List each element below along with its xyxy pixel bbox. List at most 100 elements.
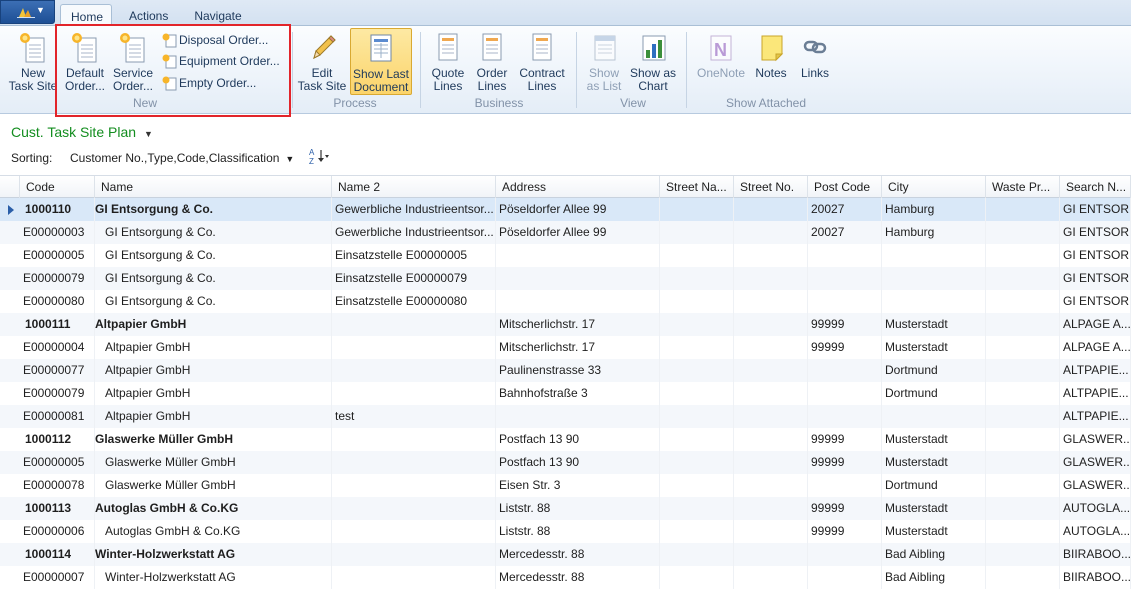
column-header-address[interactable]: Address bbox=[496, 176, 660, 198]
cell-name-2[interactable] bbox=[332, 497, 496, 520]
table-row[interactable]: E00000079 GI Entsorgung & Co. Einsatzstell… bbox=[0, 267, 1131, 290]
cell-city[interactable]: Dortmund bbox=[882, 359, 986, 382]
column-header-post-code[interactable]: Post Code bbox=[808, 176, 882, 198]
cell-street-no[interactable] bbox=[734, 359, 808, 382]
row-selector[interactable] bbox=[0, 405, 20, 428]
cell-post-code[interactable]: 99999 bbox=[808, 336, 882, 359]
cell-post-code[interactable] bbox=[808, 474, 882, 497]
cell-name-2[interactable] bbox=[332, 474, 496, 497]
cell-address[interactable]: Mitscherlichstr. 17 bbox=[496, 336, 660, 359]
cell-street-no[interactable] bbox=[734, 382, 808, 405]
row-selector[interactable] bbox=[0, 382, 20, 405]
cell-search-name[interactable]: GI ENTSOR... bbox=[1060, 290, 1131, 313]
cell-city[interactable] bbox=[882, 405, 986, 428]
cell-code[interactable]: 1000110 bbox=[20, 198, 95, 221]
table-row[interactable]: 1000110 GI Entsorgung & Co. Gewerbliche In… bbox=[0, 198, 1131, 221]
table-row[interactable]: E00000081 Altpapier GmbH test ALTPAPIE... bbox=[0, 405, 1131, 428]
cell-city[interactable]: Dortmund bbox=[882, 474, 986, 497]
cell-code[interactable]: E00000006 bbox=[20, 520, 95, 543]
cell-street-no[interactable] bbox=[734, 451, 808, 474]
cell-waste[interactable] bbox=[986, 497, 1060, 520]
row-selector[interactable] bbox=[0, 520, 20, 543]
cell-name-2[interactable]: Einsatzstelle E00000005 bbox=[332, 244, 496, 267]
cell-street-no[interactable] bbox=[734, 336, 808, 359]
cell-street-no[interactable] bbox=[734, 520, 808, 543]
row-selector[interactable] bbox=[0, 313, 20, 336]
cell-city[interactable]: Dortmund bbox=[882, 382, 986, 405]
column-header-name[interactable]: Name bbox=[95, 176, 332, 198]
cell-name[interactable]: Glaswerke Müller GmbH bbox=[95, 451, 332, 474]
cell-address[interactable]: Paulinenstrasse 33 bbox=[496, 359, 660, 382]
cell-name-2[interactable] bbox=[332, 313, 496, 336]
cell-city[interactable]: Hamburg bbox=[882, 198, 986, 221]
cell-address[interactable] bbox=[496, 290, 660, 313]
table-row[interactable]: E00000003 GI Entsorgung & Co. Gewerbliche … bbox=[0, 221, 1131, 244]
cell-waste[interactable] bbox=[986, 336, 1060, 359]
quote-lines-button[interactable]: Quote Lines bbox=[426, 30, 470, 96]
cell-address[interactable]: Liststr. 88 bbox=[496, 497, 660, 520]
cell-code[interactable]: E00000080 bbox=[20, 290, 95, 313]
row-selector[interactable] bbox=[0, 543, 20, 566]
cell-name[interactable]: GI Entsorgung & Co. bbox=[95, 221, 332, 244]
table-row[interactable]: 1000113 Autoglas GmbH & Co.KG Liststr. 88 9… bbox=[0, 497, 1131, 520]
row-selector[interactable] bbox=[0, 474, 20, 497]
column-header-code[interactable]: Code bbox=[20, 176, 95, 198]
cell-name[interactable]: Altpapier GmbH bbox=[95, 405, 332, 428]
cell-street-name[interactable] bbox=[660, 313, 734, 336]
sort-ascending-icon[interactable]: A Z bbox=[308, 147, 330, 165]
cell-street-no[interactable] bbox=[734, 290, 808, 313]
cell-street-name[interactable] bbox=[660, 359, 734, 382]
table-row[interactable]: E00000078 Glaswerke Müller GmbH Eisen Str.… bbox=[0, 474, 1131, 497]
cell-street-name[interactable] bbox=[660, 336, 734, 359]
cell-waste[interactable] bbox=[986, 359, 1060, 382]
cell-street-no[interactable] bbox=[734, 405, 808, 428]
row-selector[interactable] bbox=[0, 428, 20, 451]
cell-city[interactable] bbox=[882, 290, 986, 313]
onenote-button[interactable]: N OneNote bbox=[694, 30, 748, 96]
cell-waste[interactable] bbox=[986, 474, 1060, 497]
new-task-site-button[interactable]: New Task Site bbox=[8, 30, 58, 96]
cell-city[interactable]: Musterstadt bbox=[882, 336, 986, 359]
column-header-street-name[interactable]: Street Na... bbox=[660, 176, 734, 198]
cell-city[interactable]: Musterstadt bbox=[882, 451, 986, 474]
table-row[interactable]: E00000004 Altpapier GmbH Mitscherlichstr. … bbox=[0, 336, 1131, 359]
cell-post-code[interactable]: 99999 bbox=[808, 520, 882, 543]
cell-code[interactable]: E00000077 bbox=[20, 359, 95, 382]
cell-search-name[interactable]: GI ENTSOR... bbox=[1060, 244, 1131, 267]
cell-search-name[interactable]: GLASWER... bbox=[1060, 474, 1131, 497]
tab-navigate[interactable]: Navigate bbox=[184, 4, 252, 26]
cell-city[interactable]: Bad Aibling bbox=[882, 543, 986, 566]
cell-street-name[interactable] bbox=[660, 198, 734, 221]
cell-city[interactable]: Hamburg bbox=[882, 221, 986, 244]
cell-code[interactable]: 1000112 bbox=[20, 428, 95, 451]
cell-code[interactable]: 1000111 bbox=[20, 313, 95, 336]
cell-address[interactable]: Mitscherlichstr. 17 bbox=[496, 313, 660, 336]
cell-search-name[interactable]: GI ENTSOR... bbox=[1060, 221, 1131, 244]
table-row[interactable]: E00000005 Glaswerke Müller GmbH Postfach 1… bbox=[0, 451, 1131, 474]
cell-name-2[interactable]: test bbox=[332, 405, 496, 428]
cell-search-name[interactable]: GI ENTSOR... bbox=[1060, 198, 1131, 221]
edit-task-site-button[interactable]: Edit Task Site bbox=[296, 30, 348, 96]
cell-search-name[interactable]: GLASWER... bbox=[1060, 451, 1131, 474]
cell-name[interactable]: GI Entsorgung & Co. bbox=[95, 267, 332, 290]
cell-search-name[interactable]: ALTPAPIE... bbox=[1060, 405, 1131, 428]
cell-waste[interactable] bbox=[986, 405, 1060, 428]
row-selector-arrow-icon[interactable] bbox=[0, 198, 20, 221]
cell-street-name[interactable] bbox=[660, 221, 734, 244]
cell-address[interactable] bbox=[496, 405, 660, 428]
cell-code[interactable]: E00000079 bbox=[20, 267, 95, 290]
cell-name[interactable]: GI Entsorgung & Co. bbox=[95, 198, 332, 221]
row-selector[interactable] bbox=[0, 336, 20, 359]
cell-post-code[interactable] bbox=[808, 244, 882, 267]
cell-search-name[interactable]: ALPAGE A... bbox=[1060, 336, 1131, 359]
row-selector[interactable] bbox=[0, 267, 20, 290]
cell-city[interactable]: Musterstadt bbox=[882, 428, 986, 451]
cell-search-name[interactable]: GI ENTSOR... bbox=[1060, 267, 1131, 290]
cell-address[interactable]: Bahnhofstraße 3 bbox=[496, 382, 660, 405]
row-selector[interactable] bbox=[0, 451, 20, 474]
cell-waste[interactable] bbox=[986, 267, 1060, 290]
cell-search-name[interactable]: AUTOGLA... bbox=[1060, 497, 1131, 520]
cell-name[interactable]: Glaswerke Müller GmbH bbox=[95, 428, 332, 451]
cell-street-no[interactable] bbox=[734, 198, 808, 221]
cell-waste[interactable] bbox=[986, 244, 1060, 267]
